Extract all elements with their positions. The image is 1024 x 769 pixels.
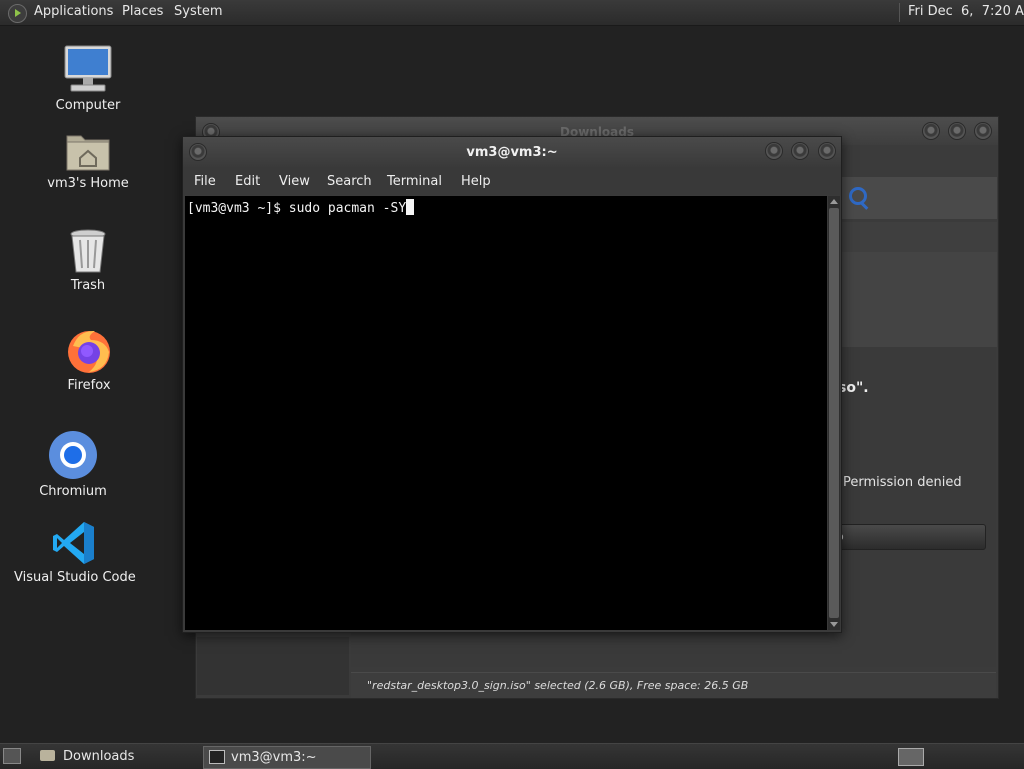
desktop-icon-label: Visual Studio Code bbox=[14, 570, 136, 585]
desktop-icon-label: Trash bbox=[70, 278, 106, 293]
desktop-icon-computer[interactable]: Computer bbox=[48, 44, 128, 113]
desktop-icon-firefox[interactable]: Firefox bbox=[58, 326, 120, 393]
computer-icon bbox=[64, 45, 112, 92]
menu-terminal[interactable]: Terminal bbox=[387, 174, 442, 189]
menu-file[interactable]: File bbox=[194, 174, 216, 189]
close-button[interactable] bbox=[818, 142, 836, 160]
menu-edit[interactable]: Edit bbox=[235, 174, 260, 189]
maximize-button[interactable] bbox=[791, 142, 809, 160]
downloads-statusbar: "redstar_desktop3.0_sign.iso" selected (… bbox=[351, 672, 996, 698]
terminal-screen[interactable]: [vm3@vm3 ~]$ sudo pacman -SY bbox=[185, 196, 827, 630]
bottom-taskbar: Downloads vm3@vm3:~ bbox=[0, 743, 1024, 769]
taskbar-item-label: vm3@vm3:~ bbox=[231, 750, 317, 765]
terminal-icon bbox=[209, 750, 225, 764]
close-button[interactable] bbox=[974, 122, 992, 140]
trash-icon bbox=[70, 229, 106, 273]
terminal-title: vm3@vm3:~ bbox=[466, 145, 558, 160]
terminal-prompt-line: [vm3@vm3 ~]$ sudo pacman -SY bbox=[187, 199, 415, 216]
desktop-icon-vscode[interactable]: Visual Studio Code bbox=[14, 520, 136, 585]
chromium-icon bbox=[49, 431, 97, 479]
distro-logo-icon[interactable] bbox=[8, 4, 27, 23]
desktop-icon-label: Computer bbox=[55, 98, 121, 113]
downloads-location-strip bbox=[841, 222, 997, 252]
desktop-icon-chromium[interactable]: Chromium bbox=[35, 430, 111, 499]
terminal-menubar: File Edit View Search Terminal Help bbox=[183, 167, 841, 195]
show-desktop-icon[interactable] bbox=[3, 748, 21, 764]
menu-search[interactable]: Search bbox=[327, 174, 372, 189]
taskbar-item-label: Downloads bbox=[63, 749, 135, 764]
minimize-button[interactable] bbox=[922, 122, 940, 140]
dialog-message-text: so". bbox=[838, 380, 869, 396]
terminal-command-text: [vm3@vm3 ~]$ sudo pacman -SY bbox=[187, 201, 407, 216]
workspace-switcher[interactable] bbox=[898, 748, 924, 766]
error-message-text: Permission denied bbox=[843, 475, 962, 490]
system-menu[interactable]: System bbox=[174, 4, 222, 19]
panel-separator bbox=[899, 3, 900, 22]
maximize-button[interactable] bbox=[948, 122, 966, 140]
top-panel: Applications Places System Fri Dec 6, 7:… bbox=[0, 0, 1024, 26]
menu-help[interactable]: Help bbox=[461, 174, 491, 189]
desktop-icon-trash[interactable]: Trash bbox=[58, 228, 118, 293]
minimize-button[interactable] bbox=[765, 142, 783, 160]
status-text: "redstar_desktop3.0_sign.iso" selected (… bbox=[367, 679, 749, 692]
terminal-window[interactable]: vm3@vm3:~ File Edit View Search Terminal… bbox=[182, 136, 842, 633]
downloads-panel bbox=[841, 252, 997, 347]
terminal-scrollbar[interactable] bbox=[828, 196, 840, 630]
scroll-down-arrow-icon[interactable] bbox=[830, 622, 838, 627]
search-icon[interactable] bbox=[849, 187, 867, 205]
firefox-icon bbox=[68, 330, 110, 373]
dialog-button[interactable]: o bbox=[836, 524, 986, 550]
taskbar-item-terminal[interactable]: vm3@vm3:~ bbox=[203, 746, 371, 769]
home-folder-icon bbox=[66, 135, 110, 171]
text-cursor bbox=[406, 199, 415, 215]
downloads-toolbar bbox=[841, 177, 997, 219]
desktop-icon-home[interactable]: vm3's Home bbox=[43, 128, 133, 191]
terminal-titlebar[interactable]: vm3@vm3:~ bbox=[183, 137, 841, 167]
clock[interactable]: Fri Dec 6, 7:20 AM bbox=[908, 4, 1024, 19]
applications-menu[interactable]: Applications bbox=[34, 4, 113, 19]
scroll-up-arrow-icon[interactable] bbox=[830, 199, 838, 204]
menu-view[interactable]: View bbox=[279, 174, 310, 189]
downloads-sidebar bbox=[197, 637, 349, 695]
desktop-icon-label: Chromium bbox=[39, 484, 107, 499]
desktop-icon-label: vm3's Home bbox=[47, 176, 129, 191]
vscode-icon bbox=[53, 522, 94, 564]
folder-icon bbox=[40, 750, 55, 761]
places-menu[interactable]: Places bbox=[122, 4, 163, 19]
desktop-icon-label: Firefox bbox=[67, 378, 111, 393]
taskbar-item-downloads[interactable]: Downloads bbox=[35, 746, 195, 767]
scrollbar-thumb[interactable] bbox=[829, 208, 839, 618]
